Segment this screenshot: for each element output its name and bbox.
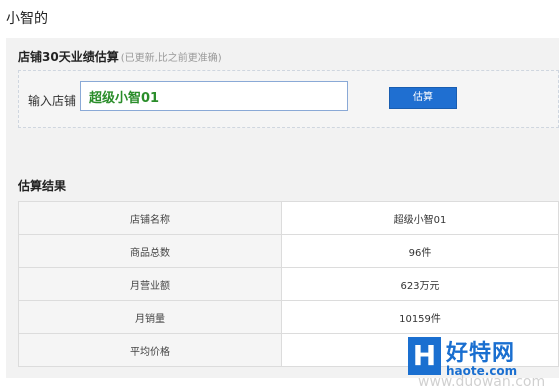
row-label: 平均价格 bbox=[18, 333, 282, 367]
estimator-note: (已更新,比之前更准确) bbox=[120, 53, 222, 64]
site-watermark: www.duowan.com H 好特网 haote.com bbox=[398, 334, 559, 390]
row-value: 623万元 bbox=[281, 267, 559, 301]
store-input[interactable] bbox=[80, 81, 348, 111]
table-row: 月营业额 623万元 bbox=[18, 267, 559, 301]
estimator-title: 店铺30天业绩估算 (已更新,比之前更准确) bbox=[18, 48, 222, 65]
row-label: 月销量 bbox=[18, 300, 282, 334]
estimator-title-text: 店铺30天业绩估算 bbox=[18, 50, 119, 64]
results-title: 估算结果 bbox=[18, 179, 67, 193]
table-row: 店铺名称 超级小智01 bbox=[18, 201, 559, 235]
watermark-name: 好特网 bbox=[446, 341, 516, 366]
row-value: 96件 bbox=[281, 234, 559, 268]
page-heading: 小智的 bbox=[6, 11, 48, 27]
store-search-box: 输入店铺 估算 bbox=[18, 70, 559, 128]
watermark-logo-icon: H bbox=[408, 337, 441, 375]
store-input-label: 输入店铺 bbox=[28, 94, 77, 108]
row-label: 月营业额 bbox=[18, 267, 282, 301]
row-value: 超级小智01 bbox=[281, 201, 559, 235]
watermark-domain: haote.com bbox=[446, 364, 518, 378]
estimate-button[interactable]: 估算 bbox=[389, 87, 457, 109]
row-value: 10159件 bbox=[281, 300, 559, 334]
row-label: 店铺名称 bbox=[18, 201, 282, 235]
row-label: 商品总数 bbox=[18, 234, 282, 268]
table-row: 商品总数 96件 bbox=[18, 234, 559, 268]
estimator-panel: 店铺30天业绩估算(已更新,比之前更准确) 输入店铺 估算 估算结果 店铺名称 … bbox=[6, 38, 559, 378]
table-row: 月销量 10159件 bbox=[18, 300, 559, 334]
